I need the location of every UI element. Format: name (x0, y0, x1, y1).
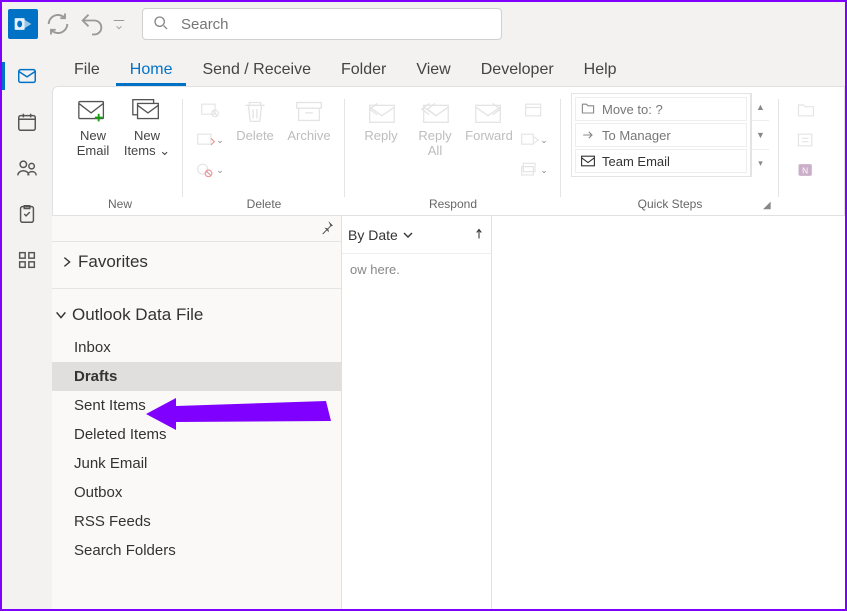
quickstep-move-to[interactable]: Move to: ? (575, 97, 747, 121)
chevron-down-icon (54, 308, 68, 322)
delete-label: Delete (236, 129, 274, 144)
pin-icon[interactable] (319, 219, 335, 238)
onenote-button[interactable]: N (789, 157, 823, 183)
quickstep-to-manager-label: To Manager (602, 128, 671, 143)
ribbon-group-delete: ⌄ ⌄ Delete Archive Delete (183, 93, 345, 215)
scroll-up-icon[interactable]: ▲ (752, 93, 769, 121)
quicksteps-scroll[interactable]: ▲ ▼ ▾ (751, 93, 769, 177)
more-respond-button[interactable]: ⌄ (517, 157, 551, 183)
folder-junk-email[interactable]: Junk Email (52, 449, 341, 478)
tab-help[interactable]: Help (570, 52, 631, 86)
forward-button[interactable]: Forward (463, 93, 515, 148)
rules-button[interactable] (789, 127, 823, 153)
reply-button[interactable]: Reply (355, 93, 407, 148)
junk-button[interactable]: ⌄ (193, 157, 227, 183)
meeting-button[interactable] (517, 97, 551, 123)
favorites-label: Favorites (78, 252, 148, 272)
quickstep-move-to-label: Move to: ? (602, 102, 663, 117)
chevron-down-icon (402, 229, 414, 241)
sort-label: By Date (348, 227, 398, 243)
folder-pane: Favorites Outlook Data File Inbox Drafts… (52, 216, 342, 609)
favorites-header[interactable]: Favorites (58, 250, 335, 280)
forward-label: Forward (465, 129, 513, 144)
tab-home[interactable]: Home (116, 52, 187, 86)
tab-view[interactable]: View (402, 52, 464, 86)
left-rail (2, 46, 52, 609)
reply-all-label: Reply All (418, 129, 451, 159)
new-email-button[interactable]: New Email (67, 93, 119, 163)
ribbon-group-new: New Email New Items ⌄ New (57, 93, 183, 215)
group-respond-label: Respond (355, 197, 551, 215)
expand-gallery-icon[interactable]: ▾ (752, 150, 769, 177)
quicksteps-dialog-launcher-icon[interactable]: ◢ (763, 200, 775, 212)
folder-rss-feeds[interactable]: RSS Feeds (52, 507, 341, 536)
ribbon-group-respond: Reply Reply All Forward ⌄ (345, 93, 561, 215)
rail-more-apps[interactable] (2, 238, 52, 282)
sort-direction-icon[interactable] (473, 227, 485, 243)
chevron-right-icon (60, 255, 74, 269)
scroll-down-icon[interactable]: ▼ (752, 121, 769, 149)
delete-button[interactable]: Delete (229, 93, 281, 148)
folder-sent-items[interactable]: Sent Items (52, 391, 341, 420)
tab-folder[interactable]: Folder (327, 52, 400, 86)
search-icon (153, 15, 169, 34)
move-button[interactable] (789, 97, 823, 123)
rail-todo[interactable] (2, 192, 52, 236)
tab-file[interactable]: File (60, 52, 114, 86)
sync-icon[interactable] (44, 10, 72, 38)
ribbon-group-quicksteps: Move to: ? To Manager Team Email (561, 93, 779, 215)
ignore-button[interactable] (193, 97, 227, 123)
reply-all-button[interactable]: Reply All (409, 93, 461, 163)
folder-deleted-items[interactable]: Deleted Items (52, 420, 341, 449)
search-box[interactable] (142, 8, 502, 40)
tab-developer[interactable]: Developer (467, 52, 568, 86)
store-label: Outlook Data File (72, 305, 203, 325)
new-items-label: New Items (124, 128, 160, 158)
new-items-button[interactable]: New Items ⌄ (121, 93, 173, 163)
search-input[interactable] (179, 15, 491, 34)
folder-search-folders[interactable]: Search Folders (52, 536, 341, 565)
store-header[interactable]: Outlook Data File (52, 303, 341, 333)
reading-pane (492, 216, 845, 609)
folder-inbox[interactable]: Inbox (52, 333, 341, 362)
ribbon: New Email New Items ⌄ New ⌄ (52, 86, 845, 216)
undo-icon[interactable] (78, 10, 106, 38)
quickstep-team-email-label: Team Email (602, 154, 670, 169)
quickstep-team-email[interactable]: Team Email (575, 149, 747, 173)
folder-outbox[interactable]: Outbox (52, 478, 341, 507)
empty-list-text: ow here. (342, 254, 491, 285)
cleanup-button[interactable]: ⌄ (193, 127, 227, 153)
message-list: By Date ow here. (342, 216, 492, 609)
group-new-label: New (67, 197, 173, 215)
archive-label: Archive (287, 129, 330, 144)
group-delete-label: Delete (193, 197, 335, 215)
svg-text:N: N (802, 165, 808, 175)
rail-calendar[interactable] (2, 100, 52, 144)
new-email-label: New Email (77, 129, 110, 159)
archive-button[interactable]: Archive (283, 93, 335, 148)
ribbon-tabs: File Home Send / Receive Folder View Dev… (52, 46, 845, 86)
outlook-logo-icon (8, 9, 38, 39)
group-quicksteps-label: Quick Steps (571, 197, 769, 215)
quickstep-to-manager[interactable]: To Manager (575, 123, 747, 147)
title-bar (2, 2, 845, 46)
chevron-down-icon: ⌄ (159, 143, 170, 158)
tab-send-receive[interactable]: Send / Receive (188, 52, 325, 86)
share-button[interactable]: ⌄ (517, 127, 551, 153)
rail-mail[interactable] (2, 54, 52, 98)
folder-drafts[interactable]: Drafts (52, 362, 341, 391)
ribbon-group-move: N (779, 93, 823, 215)
sort-button[interactable]: By Date (348, 227, 414, 243)
qat-customize-icon[interactable] (112, 10, 126, 38)
reply-label: Reply (364, 129, 397, 144)
rail-people[interactable] (2, 146, 52, 190)
quicksteps-gallery[interactable]: Move to: ? To Manager Team Email (571, 93, 751, 177)
